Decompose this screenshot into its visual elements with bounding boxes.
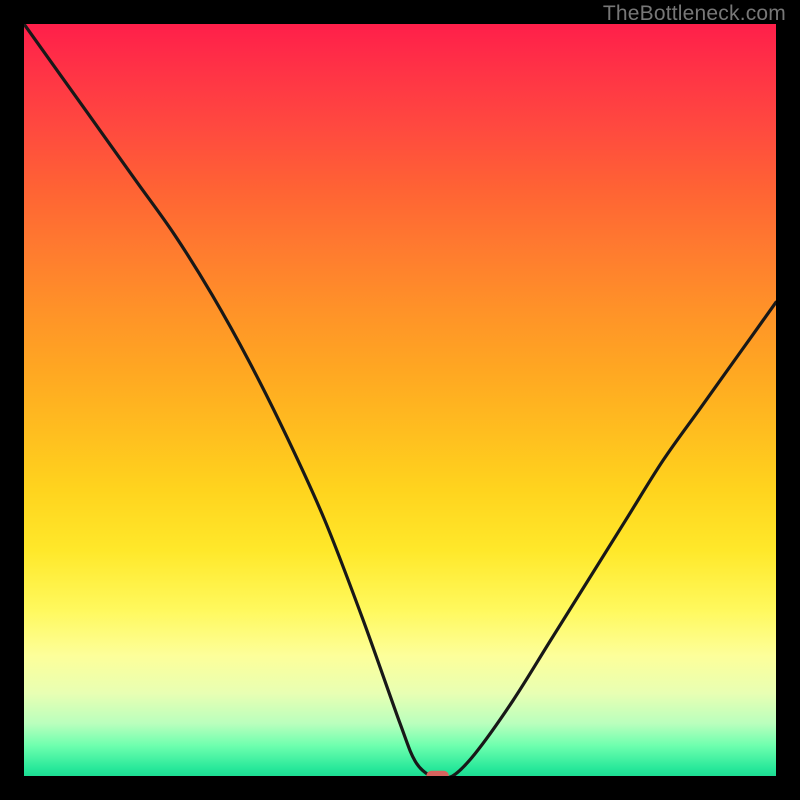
minimum-marker [426, 771, 449, 776]
chart-svg [24, 24, 776, 776]
bottleneck-curve [24, 24, 776, 776]
watermark-text: TheBottleneck.com [603, 2, 786, 26]
chart-frame: TheBottleneck.com [0, 0, 800, 800]
plot-area [24, 24, 776, 776]
